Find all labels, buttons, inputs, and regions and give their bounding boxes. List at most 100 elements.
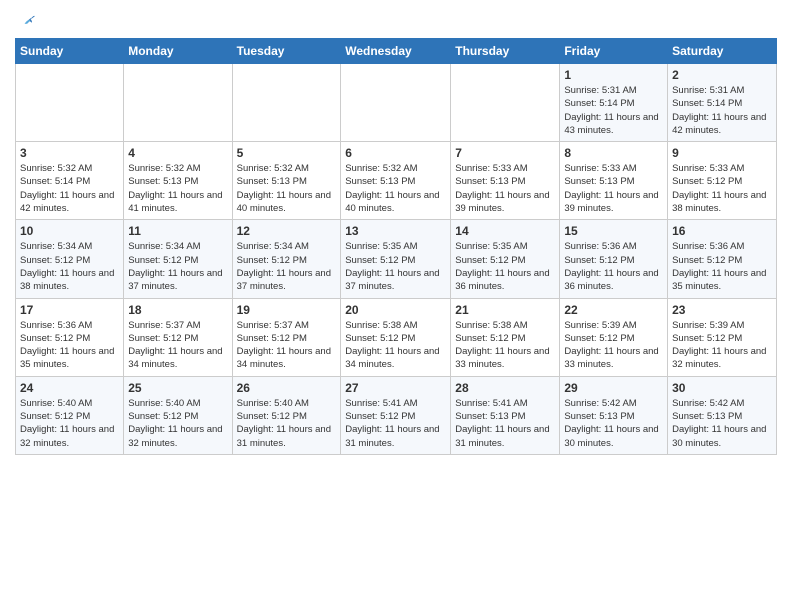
day-number: 8 — [564, 146, 663, 160]
calendar-cell: 15 Sunrise: 5:36 AM Sunset: 5:12 PM Dayli… — [560, 220, 668, 298]
day-info: Sunrise: 5:36 AM Sunset: 5:12 PM Dayligh… — [20, 319, 119, 372]
calendar-week-row: 17 Sunrise: 5:36 AM Sunset: 5:12 PM Dayli… — [16, 298, 777, 376]
day-number: 6 — [345, 146, 446, 160]
day-number: 9 — [672, 146, 772, 160]
day-info: Sunrise: 5:34 AM Sunset: 5:12 PM Dayligh… — [128, 240, 227, 293]
day-info: Sunrise: 5:36 AM Sunset: 5:12 PM Dayligh… — [672, 240, 772, 293]
calendar-cell — [232, 64, 341, 142]
calendar-cell: 9 Sunrise: 5:33 AM Sunset: 5:12 PM Daylig… — [668, 142, 777, 220]
day-number: 16 — [672, 224, 772, 238]
day-number: 15 — [564, 224, 663, 238]
day-number: 17 — [20, 303, 119, 317]
calendar-cell: 11Sunrise: 5:34 AM Sunset: 5:12 PM Dayli… — [124, 220, 232, 298]
day-info: Sunrise: 5:32 AM Sunset: 5:13 PM Dayligh… — [237, 162, 337, 215]
calendar-cell: 4 Sunrise: 5:32 AM Sunset: 5:13 PM Daylig… — [124, 142, 232, 220]
calendar-cell: 14 Sunrise: 5:35 AM Sunset: 5:12 PM Dayli… — [451, 220, 560, 298]
calendar-cell: 28 Sunrise: 5:41 AM Sunset: 5:13 PM Dayli… — [451, 376, 560, 454]
calendar-header-wednesday: Wednesday — [341, 39, 451, 64]
day-info: Sunrise: 5:33 AM Sunset: 5:12 PM Dayligh… — [672, 162, 772, 215]
calendar-cell: 5 Sunrise: 5:32 AM Sunset: 5:13 PM Daylig… — [232, 142, 341, 220]
calendar-cell: 17 Sunrise: 5:36 AM Sunset: 5:12 PM Dayli… — [16, 298, 124, 376]
calendar-header-thursday: Thursday — [451, 39, 560, 64]
day-number: 18 — [128, 303, 227, 317]
day-info: Sunrise: 5:31 AM Sunset: 5:14 PM Dayligh… — [672, 84, 772, 137]
day-info: Sunrise: 5:34 AM Sunset: 5:12 PM Dayligh… — [237, 240, 337, 293]
day-info: Sunrise: 5:40 AM Sunset: 5:12 PM Dayligh… — [128, 397, 227, 450]
day-info: Sunrise: 5:32 AM Sunset: 5:14 PM Dayligh… — [20, 162, 119, 215]
calendar-week-row: 24 Sunrise: 5:40 AM Sunset: 5:12 PM Dayli… — [16, 376, 777, 454]
calendar-week-row: 10 Sunrise: 5:34 AM Sunset: 5:12 PM Dayli… — [16, 220, 777, 298]
page-header — [15, 10, 777, 30]
calendar-cell: 19 Sunrise: 5:37 AM Sunset: 5:12 PM Dayli… — [232, 298, 341, 376]
calendar-cell — [16, 64, 124, 142]
day-info: Sunrise: 5:42 AM Sunset: 5:13 PM Dayligh… — [564, 397, 663, 450]
day-number: 21 — [455, 303, 555, 317]
day-number: 23 — [672, 303, 772, 317]
calendar-cell: 12 Sunrise: 5:34 AM Sunset: 5:12 PM Dayli… — [232, 220, 341, 298]
day-info: Sunrise: 5:36 AM Sunset: 5:12 PM Dayligh… — [564, 240, 663, 293]
calendar-cell: 7Sunrise: 5:33 AM Sunset: 5:13 PM Daylig… — [451, 142, 560, 220]
calendar-cell: 20Sunrise: 5:38 AM Sunset: 5:12 PM Dayli… — [341, 298, 451, 376]
day-number: 29 — [564, 381, 663, 395]
day-number: 13 — [345, 224, 446, 238]
day-info: Sunrise: 5:39 AM Sunset: 5:12 PM Dayligh… — [564, 319, 663, 372]
calendar-header-saturday: Saturday — [668, 39, 777, 64]
day-info: Sunrise: 5:32 AM Sunset: 5:13 PM Dayligh… — [128, 162, 227, 215]
day-info: Sunrise: 5:38 AM Sunset: 5:12 PM Dayligh… — [345, 319, 446, 372]
calendar-week-row: 1Sunrise: 5:31 AM Sunset: 5:14 PM Daylig… — [16, 64, 777, 142]
calendar-cell: 3 Sunrise: 5:32 AM Sunset: 5:14 PM Daylig… — [16, 142, 124, 220]
day-info: Sunrise: 5:40 AM Sunset: 5:12 PM Dayligh… — [20, 397, 119, 450]
day-number: 14 — [455, 224, 555, 238]
calendar-cell: 16 Sunrise: 5:36 AM Sunset: 5:12 PM Dayli… — [668, 220, 777, 298]
day-info: Sunrise: 5:41 AM Sunset: 5:13 PM Dayligh… — [455, 397, 555, 450]
day-number: 26 — [237, 381, 337, 395]
day-info: Sunrise: 5:39 AM Sunset: 5:12 PM Dayligh… — [672, 319, 772, 372]
calendar-cell: 29 Sunrise: 5:42 AM Sunset: 5:13 PM Dayli… — [560, 376, 668, 454]
day-number: 4 — [128, 146, 227, 160]
day-info: Sunrise: 5:35 AM Sunset: 5:12 PM Dayligh… — [455, 240, 555, 293]
day-info: Sunrise: 5:34 AM Sunset: 5:12 PM Dayligh… — [20, 240, 119, 293]
calendar-cell: 30 Sunrise: 5:42 AM Sunset: 5:13 PM Dayli… — [668, 376, 777, 454]
day-number: 12 — [237, 224, 337, 238]
day-info: Sunrise: 5:31 AM Sunset: 5:14 PM Dayligh… — [564, 84, 663, 137]
day-info: Sunrise: 5:37 AM Sunset: 5:12 PM Dayligh… — [237, 319, 337, 372]
calendar-table: SundayMondayTuesdayWednesdayThursdayFrid… — [15, 38, 777, 455]
day-number: 28 — [455, 381, 555, 395]
calendar-cell — [341, 64, 451, 142]
day-number: 3 — [20, 146, 119, 160]
day-number: 5 — [237, 146, 337, 160]
day-number: 30 — [672, 381, 772, 395]
calendar-cell: 24 Sunrise: 5:40 AM Sunset: 5:12 PM Dayli… — [16, 376, 124, 454]
calendar-cell: 10 Sunrise: 5:34 AM Sunset: 5:12 PM Dayli… — [16, 220, 124, 298]
day-info: Sunrise: 5:32 AM Sunset: 5:13 PM Dayligh… — [345, 162, 446, 215]
calendar-cell: 8 Sunrise: 5:33 AM Sunset: 5:13 PM Daylig… — [560, 142, 668, 220]
calendar-header-monday: Monday — [124, 39, 232, 64]
day-number: 19 — [237, 303, 337, 317]
calendar-cell: 27Sunrise: 5:41 AM Sunset: 5:12 PM Dayli… — [341, 376, 451, 454]
calendar-week-row: 3 Sunrise: 5:32 AM Sunset: 5:14 PM Daylig… — [16, 142, 777, 220]
calendar-header-friday: Friday — [560, 39, 668, 64]
day-number: 27 — [345, 381, 446, 395]
day-number: 24 — [20, 381, 119, 395]
calendar-header-sunday: Sunday — [16, 39, 124, 64]
calendar-header-tuesday: Tuesday — [232, 39, 341, 64]
calendar-cell: 1Sunrise: 5:31 AM Sunset: 5:14 PM Daylig… — [560, 64, 668, 142]
calendar-cell: 6 Sunrise: 5:32 AM Sunset: 5:13 PM Daylig… — [341, 142, 451, 220]
calendar-cell: 23 Sunrise: 5:39 AM Sunset: 5:12 PM Dayli… — [668, 298, 777, 376]
calendar-cell: 13 Sunrise: 5:35 AM Sunset: 5:12 PM Dayli… — [341, 220, 451, 298]
calendar-cell — [451, 64, 560, 142]
calendar-cell: 25Sunrise: 5:40 AM Sunset: 5:12 PM Dayli… — [124, 376, 232, 454]
calendar-cell: 2 Sunrise: 5:31 AM Sunset: 5:14 PM Daylig… — [668, 64, 777, 142]
day-info: Sunrise: 5:33 AM Sunset: 5:13 PM Dayligh… — [564, 162, 663, 215]
calendar-cell: 21Sunrise: 5:38 AM Sunset: 5:12 PM Dayli… — [451, 298, 560, 376]
day-info: Sunrise: 5:35 AM Sunset: 5:12 PM Dayligh… — [345, 240, 446, 293]
calendar-cell — [124, 64, 232, 142]
day-number: 2 — [672, 68, 772, 82]
logo-bird-icon — [17, 14, 35, 30]
day-number: 7 — [455, 146, 555, 160]
day-number: 10 — [20, 224, 119, 238]
day-info: Sunrise: 5:42 AM Sunset: 5:13 PM Dayligh… — [672, 397, 772, 450]
calendar-cell: 22Sunrise: 5:39 AM Sunset: 5:12 PM Dayli… — [560, 298, 668, 376]
day-info: Sunrise: 5:37 AM Sunset: 5:12 PM Dayligh… — [128, 319, 227, 372]
logo — [15, 10, 35, 30]
